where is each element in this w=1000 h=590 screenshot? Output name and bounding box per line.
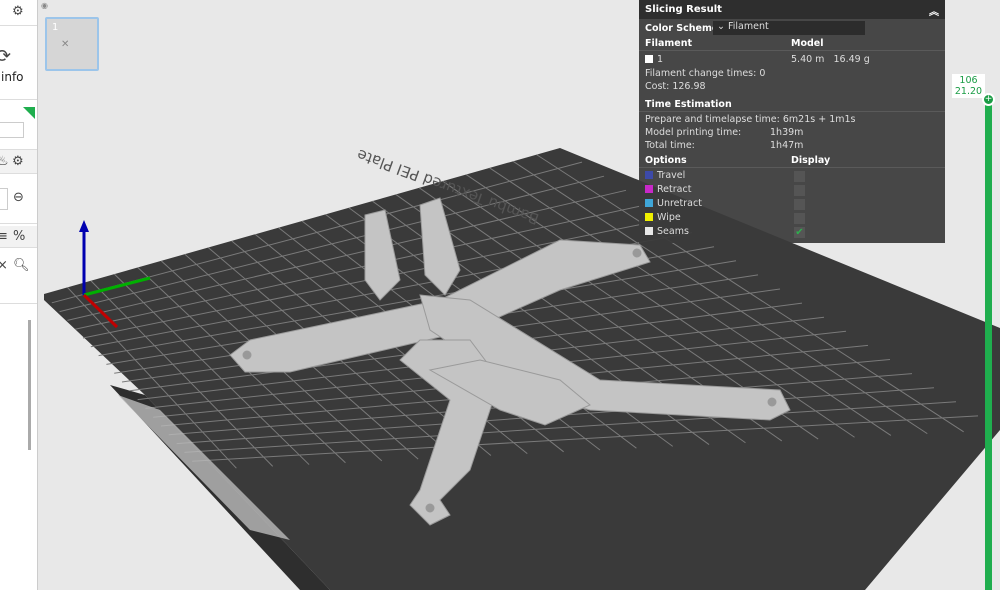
plate-number: 1 (52, 22, 59, 33)
layer-number: 106 (959, 75, 978, 86)
search-row: × 🔍︎ (0, 248, 37, 304)
model-time-value: 1h39m (770, 127, 804, 138)
color-scheme-label: Color Scheme (645, 23, 719, 34)
option-label: Seams (657, 226, 689, 237)
option-checkbox[interactable] (794, 213, 805, 224)
object-toolbar: ≡ % (0, 226, 37, 248)
model-header: Model (791, 38, 824, 49)
slicing-result-panel: Slicing Result ︽ Color Scheme ⌄ Filament … (639, 0, 945, 243)
option-swatch (645, 213, 653, 221)
option-swatch (645, 171, 653, 179)
option-checkbox[interactable] (794, 185, 805, 196)
layer-height: 21.20 (954, 86, 983, 97)
info-box[interactable]: ⟳ info (0, 28, 37, 100)
layer-slider[interactable] (985, 95, 992, 590)
panel-title: Slicing Result (645, 4, 722, 15)
option-label: Retract (657, 184, 692, 195)
refresh-icon: ⟳ (0, 46, 11, 67)
option-label: Unretract (657, 198, 702, 209)
sidebar: ⚙ ⟳ info ♨ ⚙ ⊖ ≡ % × 🔍︎ (0, 0, 38, 590)
time-estimation-header: Time Estimation (645, 99, 732, 110)
color-scheme-dropdown[interactable]: ⌄ Filament (713, 21, 865, 35)
filament-change-times: Filament change times: 0 (645, 68, 766, 79)
filament-id: 1 (657, 54, 664, 65)
layer-label: 106 21.20 (952, 74, 985, 98)
filament-header: Filament (645, 38, 693, 49)
option-seams: Seams (645, 226, 689, 237)
slider-handle[interactable]: + (982, 93, 995, 106)
option-travel: Travel (645, 170, 685, 181)
option-swatch (645, 185, 653, 193)
display-header: Display (791, 155, 831, 166)
filament-swatch (645, 55, 653, 63)
close-icon[interactable]: × (0, 258, 8, 273)
option-wipe: Wipe (645, 212, 681, 223)
gear-icon[interactable]: ⚙ (12, 154, 24, 169)
percent-icon[interactable]: % (13, 229, 25, 244)
cost: Cost: 126.98 (645, 81, 706, 92)
option-checkbox[interactable] (794, 171, 805, 182)
minus-circle-icon[interactable]: ⊖ (13, 190, 24, 205)
sidebar-header: ⚙ (0, 0, 37, 26)
option-retract: Retract (645, 184, 691, 195)
option-label: Travel (657, 170, 686, 181)
option-unretract: Unretract (645, 198, 702, 209)
search-icon[interactable]: 🔍︎ (13, 258, 30, 273)
corner-indicator (23, 107, 35, 119)
filament-weight: 16.49 g (833, 54, 870, 65)
total-time-value: 1h47m (770, 140, 804, 151)
filament-length: 5.40 m (791, 54, 825, 65)
input-row[interactable] (0, 120, 37, 150)
plate-thumbnail[interactable]: 1 ✕ (45, 17, 99, 71)
chevron-down-icon: ⌄ (717, 21, 728, 32)
color-scheme-value: Filament (727, 21, 769, 32)
option-label: Wipe (657, 212, 681, 223)
toolbar-row: ♨ ⚙ (0, 150, 37, 174)
filament-icon[interactable]: ♨ (0, 154, 9, 169)
prepare-time-value: 6m21s + 1m1s (782, 114, 856, 125)
list-icon[interactable]: ≡ (0, 229, 8, 244)
option-swatch (645, 199, 653, 207)
model-thumbnail-icon: ✕ (61, 39, 70, 50)
model-time-label: Model printing time: (645, 127, 742, 138)
option-checkbox[interactable]: ✔ (794, 227, 805, 238)
eye-icon[interactable]: ◉ (41, 1, 48, 10)
collapse-icon[interactable]: ︽ (929, 3, 939, 18)
gear-icon[interactable]: ⚙ (12, 4, 24, 19)
panel-header: Slicing Result ︽ (639, 0, 945, 19)
option-checkbox[interactable] (794, 199, 805, 210)
total-time-label: Total time: (645, 140, 695, 151)
scrollbar[interactable] (28, 320, 31, 450)
filament-row: ⊖ (0, 174, 37, 224)
info-label: info (1, 70, 24, 84)
option-swatch (645, 227, 653, 235)
options-header: Options (645, 155, 687, 166)
prepare-time-label: Prepare and timelapse time: (645, 114, 780, 125)
